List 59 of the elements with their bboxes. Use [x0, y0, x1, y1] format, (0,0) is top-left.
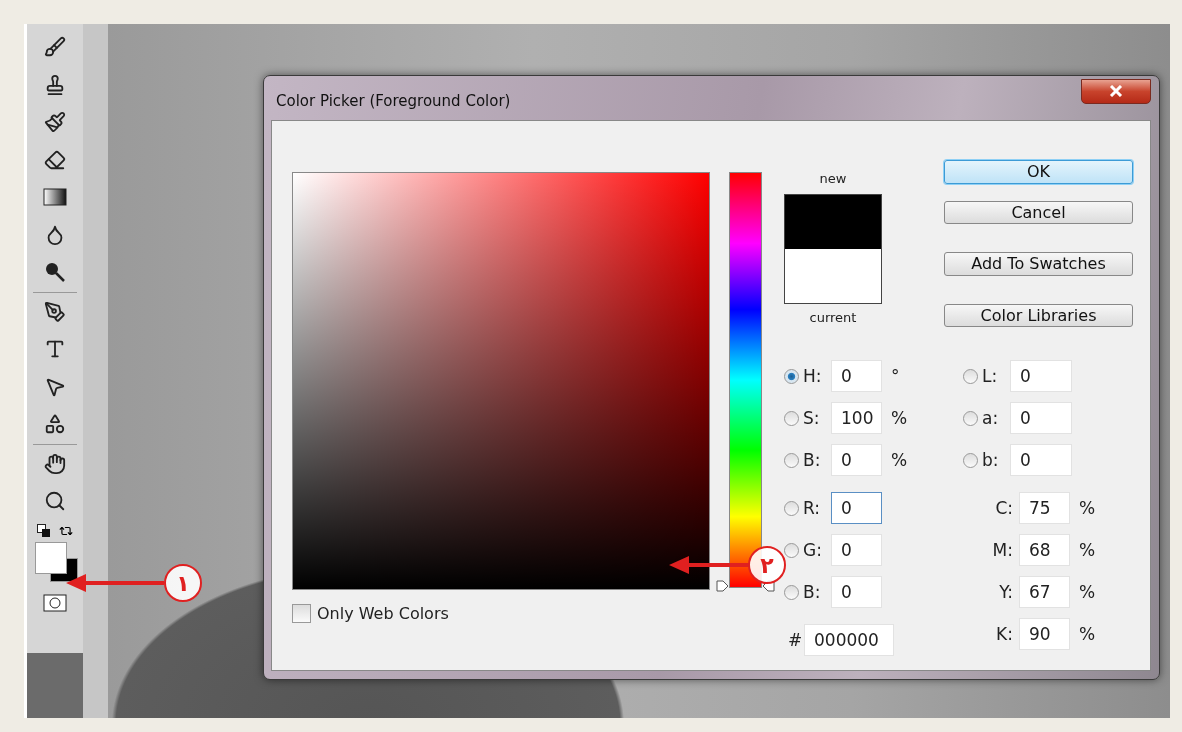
- input-field[interactable]: 000000: [804, 624, 894, 656]
- radio-button[interactable]: [784, 368, 799, 384]
- checkbox-label: Only Web Colors: [317, 604, 449, 623]
- color-field[interactable]: [292, 172, 710, 590]
- radio-button[interactable]: [784, 452, 799, 468]
- slider-thumb[interactable]: [716, 580, 775, 592]
- unit-label: %: [891, 408, 908, 428]
- field-label: H:: [802, 366, 823, 386]
- close-icon: [1109, 85, 1123, 97]
- window-title: Color Picker (Foreground Color): [275, 92, 511, 110]
- dialog-button[interactable]: Cancel: [944, 200, 1133, 224]
- unit-label: %: [891, 450, 908, 470]
- field-label: C:: [994, 498, 1014, 518]
- close-button[interactable]: [1081, 78, 1151, 104]
- unit-label: °: [891, 366, 900, 386]
- input-field[interactable]: 0: [1010, 402, 1072, 434]
- radio-button[interactable]: [784, 500, 799, 516]
- preview-label: current: [809, 310, 857, 325]
- input-field[interactable]: 68: [1019, 534, 1070, 566]
- field-label: G:: [802, 540, 823, 560]
- unit-label: %: [1079, 498, 1096, 518]
- field-label: B:: [802, 450, 822, 470]
- radio-button[interactable]: [784, 410, 799, 426]
- dialog-button[interactable]: Add To Swatches: [944, 252, 1133, 276]
- quick-mask-icon[interactable]: [43, 593, 67, 612]
- radio-button[interactable]: [963, 452, 978, 468]
- input-field[interactable]: 0: [1010, 360, 1072, 392]
- field-label: Y:: [998, 582, 1014, 602]
- field-label: K:: [995, 624, 1014, 644]
- field-label: b:: [981, 450, 1000, 470]
- field-label: a:: [981, 408, 1000, 428]
- radio-button[interactable]: [963, 368, 978, 384]
- preview-label: new: [819, 171, 847, 186]
- input-field[interactable]: 0: [831, 492, 882, 524]
- input-field[interactable]: 0: [1010, 444, 1072, 476]
- input-field[interactable]: 0: [831, 534, 882, 566]
- unit-label: %: [1079, 582, 1096, 602]
- field-label: B:: [802, 582, 822, 602]
- unit-label: %: [1079, 540, 1096, 560]
- checkbox[interactable]: [292, 604, 311, 623]
- field-label: R:: [802, 498, 822, 518]
- field-label: L:: [981, 366, 999, 386]
- input-field[interactable]: 0: [831, 576, 882, 608]
- input-field[interactable]: 90: [1019, 618, 1070, 650]
- dialog-button[interactable]: Color Libraries: [944, 303, 1133, 327]
- radio-button[interactable]: [784, 542, 799, 558]
- input-field[interactable]: 100: [831, 402, 882, 434]
- field-label: #: [787, 630, 804, 650]
- radio-button[interactable]: [784, 584, 799, 600]
- input-field[interactable]: 67: [1019, 576, 1070, 608]
- unit-label: %: [1079, 624, 1096, 644]
- dialog-button[interactable]: OK: [944, 160, 1133, 184]
- field-label: S:: [802, 408, 821, 428]
- input-field[interactable]: 75: [1019, 492, 1070, 524]
- radio-button[interactable]: [963, 410, 978, 426]
- default-colors-icon[interactable]: [37, 523, 51, 538]
- input-field[interactable]: 0: [831, 444, 882, 476]
- input-field[interactable]: 0: [831, 360, 882, 392]
- field-label: M:: [991, 540, 1014, 560]
